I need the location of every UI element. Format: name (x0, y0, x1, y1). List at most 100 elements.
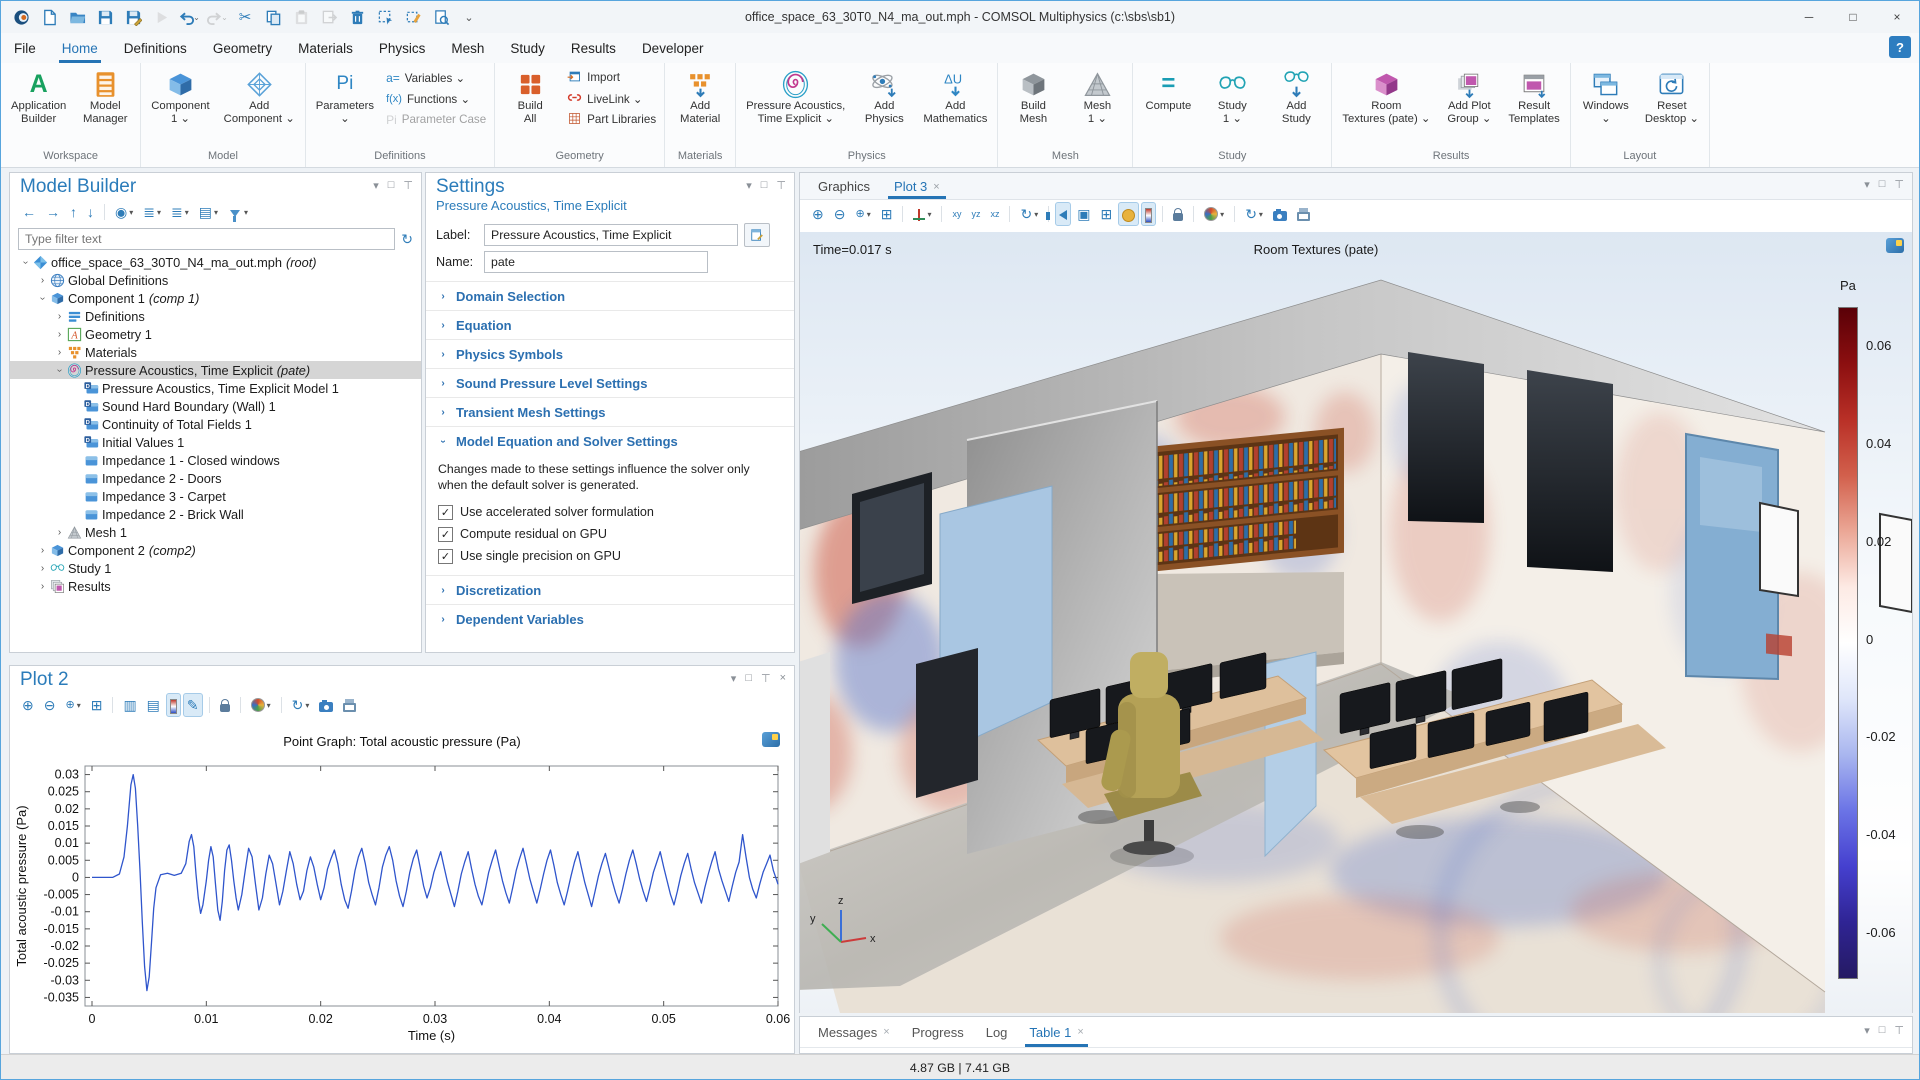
ribbon-pressure-acoustics-time-explicit[interactable]: Pressure Acoustics, Time Explicit ⌄ (740, 65, 851, 129)
redo-button[interactable]: ⌄ (205, 5, 229, 29)
float-panel-icon[interactable]: □ (745, 672, 752, 685)
undo-button[interactable]: ⌄ (177, 5, 201, 29)
float-panel-icon[interactable]: □ (388, 179, 395, 192)
tree-node-impedance-3-carpet[interactable]: Impedance 3 - Carpet (10, 487, 421, 505)
ribbon-compute[interactable]: = Compute (1137, 65, 1199, 116)
show-button[interactable]: ◉ ▾ (111, 200, 137, 224)
checkbox-box[interactable]: ✓ (438, 504, 453, 520)
xz-button[interactable]: xz (986, 202, 1003, 226)
lock-button[interactable] (1169, 202, 1187, 226)
delete-button[interactable] (345, 5, 369, 29)
close-tab-icon[interactable]: × (1077, 1026, 1083, 1038)
checkbox-use-single-precision-on-gpu[interactable]: ✓ Use single precision on GPU (438, 545, 782, 567)
ribbon-build-all[interactable]: Build All (499, 65, 561, 129)
tree-node-global-definitions[interactable]: › Global Definitions (10, 271, 421, 289)
tree-expander[interactable]: › (52, 311, 67, 322)
collapse-panel-icon[interactable]: ▾ (731, 672, 737, 685)
pin-panel-icon[interactable]: ⊤ (761, 672, 771, 685)
ribbon-result-templates[interactable]: Result Templates (1502, 65, 1566, 129)
ribbon-parameters[interactable]: Pi Parameters ⌄ (310, 65, 380, 129)
menu-results[interactable]: Results (558, 33, 629, 63)
ribbon-component-1[interactable]: Component 1 ⌄ (145, 65, 215, 129)
label-input[interactable] (484, 224, 738, 246)
tree-expander[interactable]: › (20, 255, 31, 270)
float-panel-icon[interactable]: □ (761, 179, 768, 192)
graphics-snapshot-icon[interactable] (1886, 238, 1904, 253)
float-panel-icon[interactable]: □ (1879, 1024, 1886, 1037)
pin-panel-icon[interactable]: ⊤ (1894, 178, 1904, 191)
checkbox-box[interactable]: ✓ (438, 526, 453, 542)
grid-button[interactable]: ⊞ (1096, 202, 1116, 226)
duplicate-button[interactable] (317, 5, 341, 29)
menu-home[interactable]: Home (49, 33, 111, 63)
new-button[interactable] (37, 5, 61, 29)
close-panel-icon[interactable]: × (780, 672, 786, 685)
tree-node-continuity-of-total-fields-1[interactable]: D Continuity of Total Fields 1 (10, 415, 421, 433)
tree-node-geometry-1[interactable]: › A Geometry 1 (10, 325, 421, 343)
dock-tab-progress[interactable]: Progress (902, 1018, 974, 1047)
collapse-panel-icon[interactable]: ▾ (1864, 1024, 1870, 1037)
tree-node-mesh-1[interactable]: › Mesh 1 (10, 523, 421, 541)
tree-node-pressure-acoustics-time-explicit-model-1[interactable]: D Pressure Acoustics, Time Explicit Model… (10, 379, 421, 397)
deselect-button[interactable] (401, 5, 425, 29)
select-button[interactable] (373, 5, 397, 29)
section-domain-selection[interactable]: › Domain Selection (426, 281, 794, 310)
section-equation[interactable]: › Equation (426, 310, 794, 339)
close-tab-icon[interactable]: × (883, 1026, 889, 1038)
menu-geometry[interactable]: Geometry (200, 33, 285, 63)
section-sound-pressure-level-settings[interactable]: › Sound Pressure Level Settings (426, 368, 794, 397)
expand-all-button[interactable]: ≣ ▾ (139, 200, 165, 224)
dock-tab-log[interactable]: Log (976, 1018, 1018, 1047)
plot2-chart[interactable]: 0.03 0.025 0.02 0.015 0.01 0.005 0 -0.005 -0.01 -… (10, 666, 796, 1055)
open-button[interactable] (65, 5, 89, 29)
scenelight-button[interactable] (1118, 202, 1140, 226)
yz-button[interactable]: yz (967, 202, 984, 226)
zoom-out-button[interactable]: ⊖ (830, 202, 850, 226)
move-up-button[interactable]: ↑ (66, 200, 81, 224)
tree-expander[interactable]: › (35, 581, 50, 592)
tree-node-pressure-acoustics-time-explicit[interactable]: › Pressure Acoustics, Time Explicit (pate) (10, 361, 421, 379)
ribbon-reset-desktop[interactable]: Reset Desktop ⌄ (1639, 65, 1705, 129)
plot-snapshot-icon[interactable] (762, 732, 780, 747)
section-physics-symbols[interactable]: › Physics Symbols (426, 339, 794, 368)
xy-button[interactable]: xy (948, 202, 965, 226)
tree-node-component-1[interactable]: › Component 1 (comp 1) (10, 289, 421, 307)
tree-expander[interactable]: › (52, 329, 67, 340)
tree-expander[interactable]: › (35, 563, 50, 574)
dock-tab-table-1[interactable]: Table 1 × (1019, 1018, 1093, 1047)
tree-expander[interactable]: › (54, 363, 65, 378)
section-dependent-variables[interactable]: › Dependent Variables (426, 604, 794, 633)
tree-node-office-space-63-30t0-n4-ma-out-mph[interactable]: › office_space_63_30T0_N4_ma_out.mph (root… (10, 253, 421, 271)
section-transient-mesh-settings[interactable]: › Transient Mesh Settings (426, 397, 794, 426)
tree-expander[interactable]: › (35, 545, 50, 556)
print-button[interactable] (1293, 202, 1314, 226)
checkbox-compute-residual-on-gpu[interactable]: ✓ Compute residual on GPU (438, 523, 782, 545)
ribbon-build-mesh[interactable]: Build Mesh (1002, 65, 1064, 129)
save-button[interactable] (93, 5, 117, 29)
ribbon-study-1[interactable]: Study 1 ⌄ (1201, 65, 1263, 129)
float-panel-icon[interactable]: □ (1879, 178, 1886, 191)
collapse-panel-icon[interactable]: ▾ (373, 179, 379, 192)
ribbon-variables[interactable]: a= Variables ⌄ (382, 67, 490, 88)
name-input[interactable] (484, 251, 708, 273)
rotate-button[interactable]: ↻ ▾ (1016, 202, 1042, 226)
ribbon-add-component[interactable]: Add Component ⌄ (218, 65, 301, 129)
tree-node-impedance-1-closed-windows[interactable]: Impedance 1 - Closed windows (10, 451, 421, 469)
ribbon-add-mathematics[interactable]: ΔU Add Mathematics (917, 65, 993, 129)
ribbon-mesh-1[interactable]: Mesh 1 ⌄ (1066, 65, 1128, 129)
close-tab-icon[interactable]: × (933, 181, 939, 193)
copy-button[interactable] (261, 5, 285, 29)
collapse-panel-icon[interactable]: ▾ (746, 179, 752, 192)
ribbon-room-textures-pate[interactable]: Room Textures (pate) ⌄ (1336, 65, 1436, 129)
collapse-all-button[interactable]: ≣ ▾ (167, 200, 193, 224)
ribbon-add-material[interactable]: Add Material (669, 65, 731, 129)
tree-expander[interactable]: › (37, 291, 48, 306)
collapse-panel-icon[interactable]: ▾ (1864, 178, 1870, 191)
tree-node-materials[interactable]: › Materials (10, 343, 421, 361)
help-button[interactable]: ? (1889, 36, 1911, 58)
transparency-button[interactable]: ▣ (1073, 202, 1094, 226)
ribbon-add-plot-group[interactable]: Add Plot Group ⌄ (1438, 65, 1500, 129)
back-button[interactable]: ← (18, 200, 40, 224)
tree-node-initial-values-1[interactable]: D Initial Values 1 (10, 433, 421, 451)
rename-button[interactable] (744, 223, 770, 247)
